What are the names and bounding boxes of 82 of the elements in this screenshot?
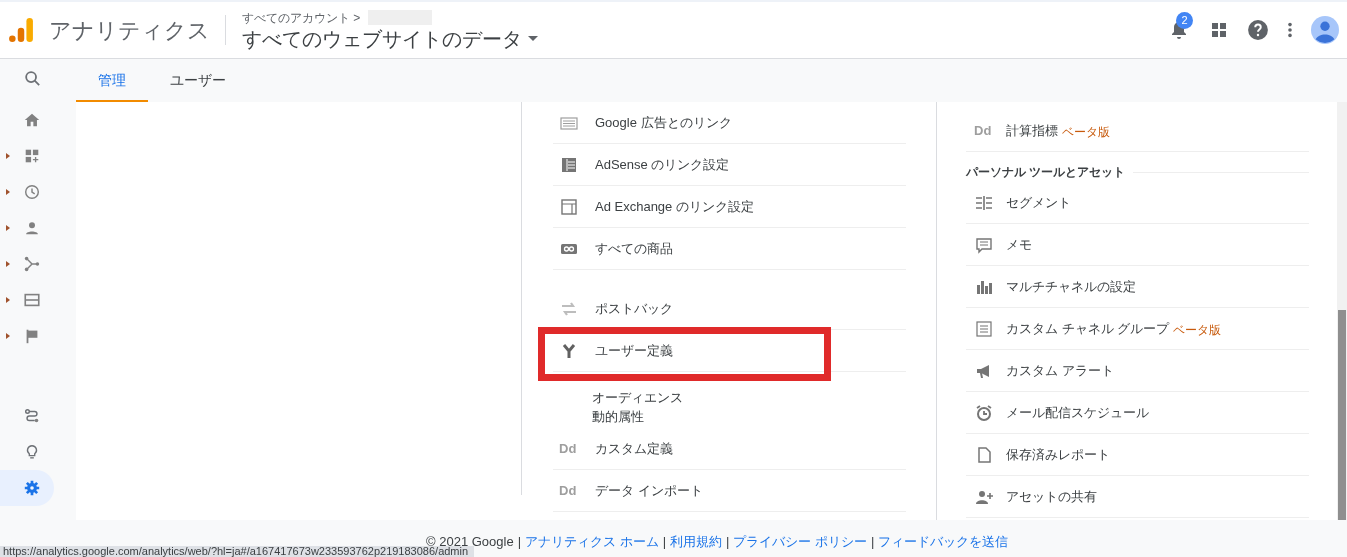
status-url: https://analytics.google.com/analytics/web/?hl=ja#/a167417673w233593762p219183086/admin (0, 546, 475, 557)
menu-item-label: カスタム アラート (1006, 361, 1114, 380)
adjust-icon (974, 318, 994, 339)
help-icon[interactable] (1247, 19, 1269, 41)
menu-item[interactable]: Dd カスタム定義 (553, 428, 906, 470)
breadcrumb[interactable]: すべてのアカウント > (242, 8, 361, 27)
menu-item[interactable]: メール配信スケジュール (966, 392, 1309, 434)
menu-item-label: Ad Exchange のリンク設定 (595, 197, 754, 216)
branch-icon (23, 255, 41, 273)
menu-item[interactable]: マルチチャネルの設定 (966, 266, 1309, 308)
clock-icon (23, 183, 41, 201)
separator: | (726, 533, 730, 551)
menu-item[interactable]: AdSense のリンク設定 (553, 144, 906, 186)
notification-badge: 2 (1176, 12, 1193, 29)
menu-item[interactable]: Ad Exchange のリンク設定 (553, 186, 906, 228)
section-heading: パーソナル ツールとアセット (966, 164, 1126, 181)
expand-arrow-icon[interactable] (6, 189, 10, 195)
menu-item-label: ポストバック (595, 299, 673, 318)
menu-item[interactable]: ポストバック (553, 288, 906, 330)
menu-item-label: Google 広告とのリンク (595, 113, 732, 132)
separator: | (517, 533, 522, 551)
beta-label: ベータ版 (1062, 123, 1110, 141)
menu-item-label: マルチチャネルの設定 (1006, 277, 1136, 296)
scrollbar[interactable] (1337, 102, 1347, 520)
expand-arrow-icon[interactable] (6, 261, 10, 267)
apps-grid-icon[interactable] (1209, 20, 1229, 40)
property-selector[interactable]: すべてのウェブサイトのデータ (242, 26, 538, 52)
menu-item[interactable]: アセットの共有 (966, 476, 1309, 518)
layout-icon (559, 196, 579, 217)
menu-item-label: ユーザー定義 (595, 341, 673, 360)
menu-item-label: メール配信スケジュール (1006, 403, 1149, 422)
dd-icon: Dd (559, 484, 579, 497)
footer-link[interactable]: 利用規約 (670, 532, 723, 552)
menu-item-label: データ インポート (595, 481, 703, 500)
settings-icon (23, 479, 41, 497)
caret-icon (528, 36, 538, 42)
menu-item[interactable]: 保存済みレポート (966, 434, 1309, 476)
menu-item-label: AdSense のリンク設定 (595, 155, 730, 174)
expand-arrow-icon[interactable] (6, 333, 10, 339)
menu-item-label: メモ (1006, 235, 1032, 254)
menu-item-label: すべての商品 (595, 239, 673, 258)
dashboard-icon (23, 147, 41, 165)
tab[interactable]: ユーザー (148, 60, 248, 102)
beta-label: ベータ版 (1173, 321, 1222, 339)
submenu-link[interactable]: 動的属性 (592, 407, 644, 426)
more-icon[interactable] (1287, 21, 1293, 39)
dd-icon: Dd (974, 124, 994, 137)
home-icon (23, 111, 41, 129)
menu-item[interactable]: Dd 計算指標 ベータ版 (966, 110, 1309, 152)
search-icon (23, 69, 41, 87)
separator: | (871, 533, 875, 551)
menu-item[interactable]: ユーザー定義 (553, 330, 906, 372)
expand-arrow-icon[interactable] (6, 297, 10, 303)
separator: | (662, 533, 667, 551)
menu-item[interactable]: Google 広告とのリンク (553, 102, 906, 144)
menu-item[interactable]: Dd データ インポート (553, 470, 906, 512)
menu-item[interactable]: メモ (966, 224, 1309, 266)
expand-arrow-icon[interactable] (6, 153, 10, 159)
app-name: アナリティクス (49, 16, 210, 45)
footer-link[interactable]: プライバシー ポリシー (733, 532, 868, 552)
menu-item-label: カスタム チャネル グループ (1006, 319, 1170, 338)
window-icon (23, 291, 41, 309)
logo-icon (8, 17, 34, 43)
menu-item-label: 計算指標 (1006, 121, 1058, 140)
avatar-icon[interactable] (1311, 16, 1339, 44)
submenu-link[interactable]: オーディエンス (592, 388, 683, 407)
menu-item-label: カスタム定義 (595, 439, 673, 458)
menu-item[interactable]: カスタム アラート (966, 350, 1309, 392)
footer-link[interactable]: アナリティクス ホーム (525, 532, 659, 552)
menu-item-label: 保存済みレポート (1006, 445, 1110, 464)
dd-icon: Dd (559, 442, 579, 455)
scrollbar-thumb[interactable] (1338, 310, 1346, 520)
nav-item[interactable] (0, 470, 54, 506)
menu-item-label: セグメント (1006, 193, 1071, 212)
menu-item[interactable]: カスタム チャネル グループ ベータ版 (966, 308, 1309, 350)
menu-item-label: アセットの共有 (1006, 487, 1097, 506)
menu-item[interactable]: セグメント (966, 182, 1309, 224)
expand-arrow-icon[interactable] (6, 225, 10, 231)
route-icon (23, 407, 41, 425)
alarm-clock-icon (974, 402, 994, 423)
menu-item[interactable]: すべての商品 (553, 228, 906, 270)
footer-link[interactable]: フィードバックを送信 (878, 532, 1009, 552)
